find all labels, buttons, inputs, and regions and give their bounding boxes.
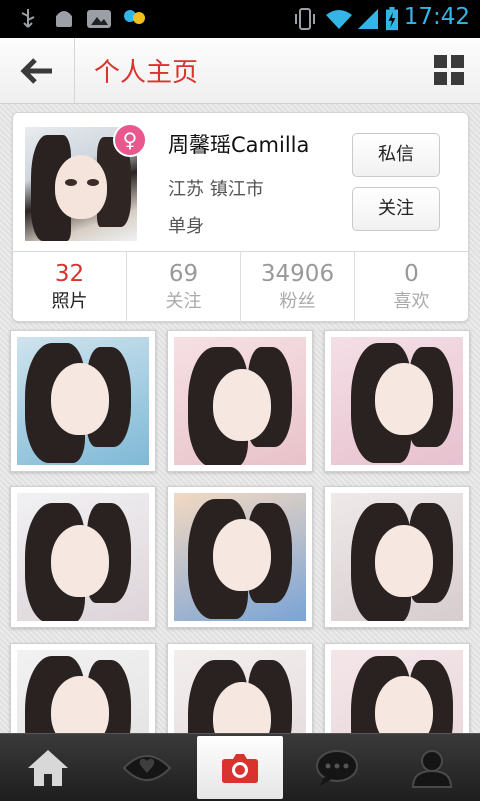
profile-stats: 32 照片 69 关注 34906 粉丝 0 喜欢 [13,251,468,322]
stat-label: 粉丝 [279,291,316,312]
photo-thumbnail[interactable] [10,486,156,628]
nav-explore[interactable] [96,734,192,801]
battery-charging-icon [386,7,398,31]
stat-label: 照片 [51,291,88,312]
messages-icon [316,750,358,786]
gallery-app-icon [87,10,111,28]
stat-value: 34906 [260,261,335,287]
follow-button[interactable]: 关注 [352,187,440,231]
photo-image [331,493,463,621]
photo-image [331,337,463,465]
profile-relationship: 单身 [168,216,204,237]
usb-icon [21,9,35,28]
profile-icon [411,750,453,788]
stat-likes[interactable]: 0 喜欢 [354,252,468,322]
nav-home[interactable] [0,734,96,801]
bottom-nav [0,733,480,801]
status-bar: 17:42 [0,0,480,38]
profile-name: 周馨瑶Camilla [168,133,310,157]
status-time: 17:42 [403,4,470,30]
nav-messages[interactable] [288,734,384,801]
title-bar: 个人主页 [0,38,480,104]
stat-photos[interactable]: 32 照片 [13,252,126,322]
message-button[interactable]: 私信 [352,133,440,177]
wifi-icon [326,10,352,29]
vibrate-icon [295,8,315,30]
stat-fans[interactable]: 34906 粉丝 [240,252,354,322]
photo-image [17,493,149,621]
stat-value: 0 [404,261,419,287]
explore-eye-icon [122,755,172,781]
female-icon: ♀ [113,123,147,157]
photo-thumbnail[interactable] [167,330,313,472]
profile-location: 江苏 镇江市 [168,179,264,200]
nav-camera[interactable] [197,736,283,799]
app-notification-icon [124,10,145,24]
stat-label: 关注 [165,291,202,312]
stat-following[interactable]: 69 关注 [126,252,240,322]
stat-value: 69 [168,261,199,287]
signal-icon [358,9,378,29]
photo-image [17,337,149,465]
home-icon [28,750,68,786]
photo-thumbnail[interactable] [167,486,313,628]
android-debug-icon [56,11,72,27]
grid-menu-button[interactable] [434,55,464,85]
photo-thumbnail[interactable] [324,486,470,628]
title-divider [74,38,75,103]
stat-value: 32 [54,261,85,287]
back-button[interactable] [0,38,74,103]
profile-card: ♀ 周馨瑶Camilla 江苏 镇江市 单身 私信 关注 32 照片 69 关注… [12,112,469,322]
stat-label: 喜欢 [393,291,430,312]
photo-thumbnail[interactable] [10,330,156,472]
photo-thumbnail[interactable] [324,330,470,472]
photo-image [174,337,306,465]
photo-image [174,493,306,621]
camera-icon [222,754,258,783]
page-title: 个人主页 [94,58,199,88]
nav-profile[interactable] [384,734,480,801]
back-arrow-icon [20,58,52,84]
